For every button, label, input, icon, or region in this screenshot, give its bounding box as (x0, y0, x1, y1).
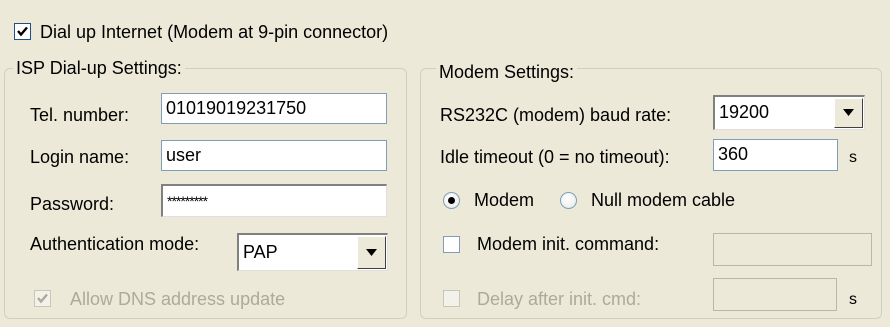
baud-rate-label: RS232C (modem) baud rate: (440, 105, 672, 125)
auth-mode-select[interactable]: PAP (237, 233, 388, 271)
idle-timeout-label: Idle timeout (0 = no timeout): (440, 147, 670, 167)
password-mask: ********* (167, 193, 208, 209)
tel-number-field[interactable]: 01019019231750 (161, 93, 387, 124)
isp-settings-legend: ISP Dial-up Settings: (13, 57, 185, 79)
auth-mode-dropdown-button[interactable] (357, 236, 386, 269)
dialup-label[interactable]: Dial up Internet (Modem at 9-pin connect… (40, 21, 388, 43)
modem-init-checkbox[interactable] (443, 236, 460, 253)
radio-modem-label[interactable]: Modem (474, 189, 534, 211)
password-label: Password: (30, 194, 115, 214)
checkmark-icon (37, 293, 48, 304)
auth-mode-value: PAP (243, 242, 278, 262)
delay-init-checkbox[interactable] (443, 290, 460, 307)
password-field[interactable]: ********* (161, 184, 387, 217)
idle-timeout-unit: s (849, 149, 857, 166)
login-name-field[interactable]: user (161, 140, 387, 171)
radio-selected-dot (448, 197, 455, 204)
chevron-down-icon (843, 109, 854, 116)
delay-init-field[interactable] (713, 278, 837, 311)
chevron-down-icon (366, 248, 377, 256)
tel-number-label: Tel. number: (30, 105, 130, 125)
login-name-label: Login name: (30, 147, 130, 167)
baud-rate-value: 19200 (719, 102, 770, 122)
delay-init-label: Delay after init. cmd: (477, 289, 642, 309)
delay-init-unit: s (849, 291, 857, 308)
radio-null-modem-label[interactable]: Null modem cable (591, 189, 735, 211)
modem-init-field[interactable] (713, 233, 872, 266)
dialup-checkbox[interactable] (14, 23, 31, 40)
dns-update-checkbox[interactable] (34, 290, 51, 307)
dns-update-label: Allow DNS address update (70, 289, 286, 309)
modem-settings-legend: Modem Settings: (436, 61, 578, 83)
baud-rate-select[interactable]: 19200 (713, 95, 865, 130)
checkmark-icon (17, 26, 28, 37)
radio-null-modem[interactable] (560, 192, 577, 209)
modem-init-label[interactable]: Modem init. command: (477, 233, 659, 255)
baud-rate-dropdown-button[interactable] (834, 98, 863, 128)
auth-mode-label: Authentication mode: (30, 234, 200, 254)
idle-timeout-field[interactable]: 360 (713, 139, 838, 171)
radio-modem[interactable] (443, 192, 460, 209)
